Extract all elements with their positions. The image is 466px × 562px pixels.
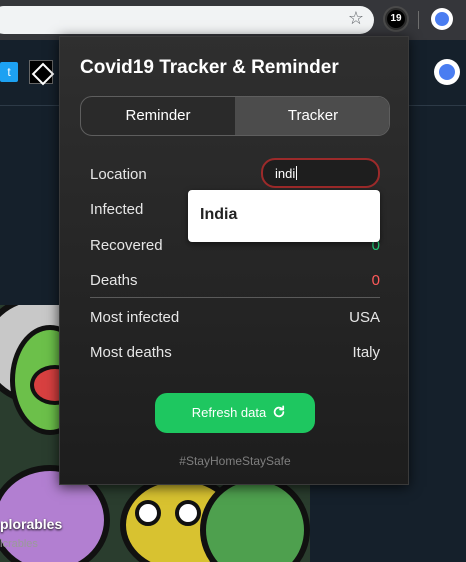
autocomplete-option[interactable]: India: [200, 206, 237, 224]
location-label: Location: [90, 166, 147, 183]
deaths-label: Deaths: [90, 272, 138, 289]
refresh-label: Refresh data: [191, 405, 267, 420]
tab-bar: Reminder Tracker: [80, 96, 390, 136]
popup-title: Covid19 Tracker & Reminder: [80, 57, 339, 78]
twitter-icon[interactable]: t: [0, 62, 18, 82]
refresh-icon: [273, 405, 285, 418]
stat-row-most-infected: Most infected USA: [90, 309, 380, 329]
stats-divider: [90, 297, 380, 298]
deaths-value: 0: [371, 272, 380, 289]
hashtag-footer: #StayHomeStaySafe: [179, 454, 291, 468]
refresh-data-button[interactable]: Refresh data: [155, 393, 315, 433]
most-deaths-value: Italy: [352, 344, 380, 361]
address-bar[interactable]: [0, 6, 374, 34]
location-autocomplete: India: [188, 190, 380, 242]
most-infected-label: Most infected: [90, 309, 180, 326]
stat-row-deaths: Deaths 0: [90, 272, 380, 292]
artwork-title: plorables: [0, 516, 63, 532]
tab-reminder[interactable]: Reminder: [81, 97, 235, 135]
text-caret: [296, 166, 297, 180]
tab-tracker[interactable]: Tracker: [235, 97, 389, 135]
app-logo-icon[interactable]: [29, 60, 53, 84]
page-avatar-icon[interactable]: [434, 59, 460, 85]
browser-toolbar: ☆ 19: [0, 0, 466, 40]
covid-extension-icon[interactable]: 19: [385, 8, 407, 30]
infected-label: Infected: [90, 201, 144, 218]
extension-popup: Covid19 Tracker & Reminder Reminder Trac…: [59, 36, 409, 485]
location-input[interactable]: [261, 158, 380, 188]
profile-avatar-icon[interactable]: [431, 8, 453, 30]
most-infected-value: USA: [349, 309, 380, 326]
stat-row-most-deaths: Most deaths Italy: [90, 344, 380, 364]
artwork-subtitle: lcrables: [0, 538, 38, 550]
most-deaths-label: Most deaths: [90, 344, 172, 361]
recovered-label: Recovered: [90, 237, 163, 254]
toolbar-divider: [418, 11, 419, 29]
bookmark-star-icon[interactable]: ☆: [346, 9, 366, 29]
